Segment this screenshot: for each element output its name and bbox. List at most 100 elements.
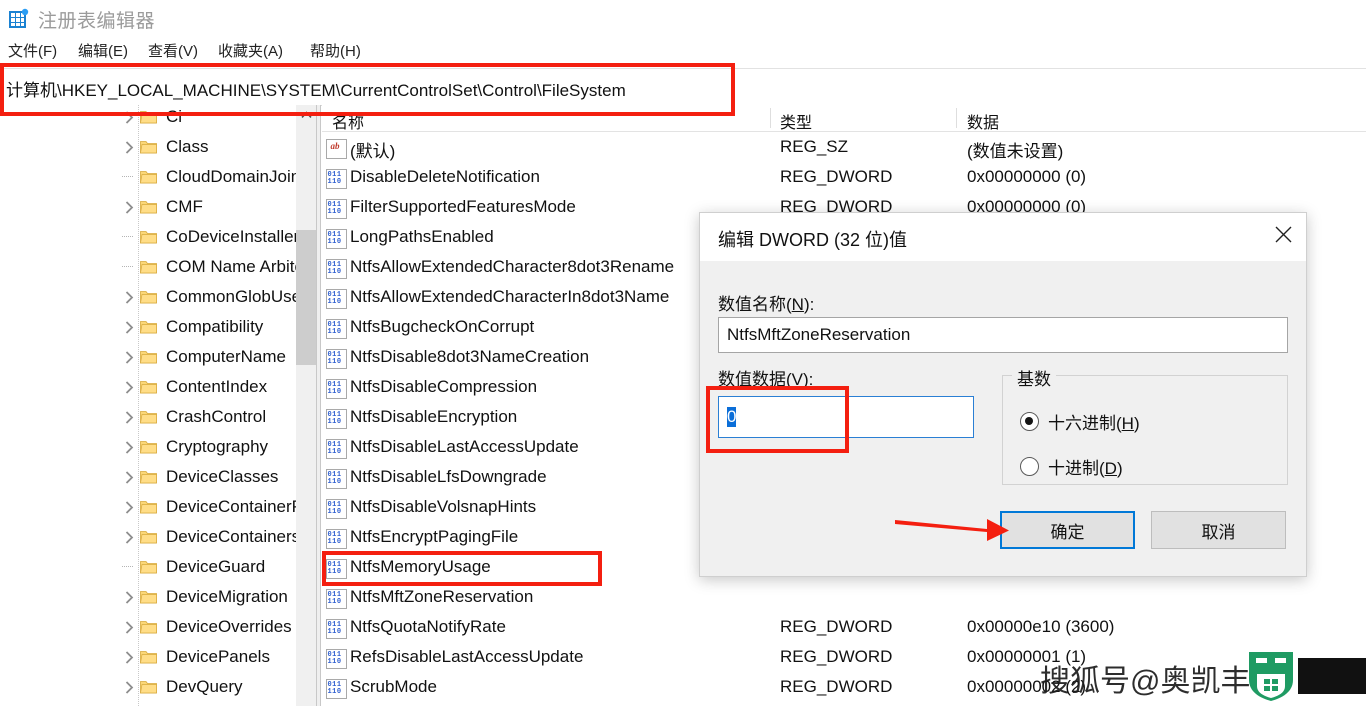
value-name-cell: NtfsAllowExtendedCharacterIn8dot3Name xyxy=(350,287,670,306)
tree-item[interactable]: DeviceContainerPropertyUpdateEvents xyxy=(0,492,300,522)
folder-icon xyxy=(138,132,160,162)
table-row[interactable]: 011 110 DisableDeleteNotification REG_DWORD… xyxy=(322,163,1366,193)
folder-icon xyxy=(138,432,160,462)
folder-icon xyxy=(138,522,160,552)
pane-splitter[interactable] xyxy=(316,105,321,706)
value-name-cell: FilterSupportedFeaturesMode xyxy=(350,197,576,216)
chevron-right-icon[interactable] xyxy=(120,372,138,402)
chevron-right-icon[interactable] xyxy=(120,702,138,706)
value-data-cell: 0x00000002 (2) xyxy=(967,677,1087,696)
table-row[interactable]: 011 110 RefsDisableLastAccessUpdate REG_DWO… xyxy=(322,643,1366,673)
chevron-right-icon[interactable] xyxy=(120,672,138,702)
address-bar[interactable]: 计算机\HKEY_LOCAL_MACHINE\SYSTEM\CurrentCon… xyxy=(0,68,1366,106)
ok-button[interactable]: 确定 xyxy=(1000,511,1135,549)
tree-item[interactable]: CloudDomainJoin xyxy=(0,162,300,192)
tree-item-label: Ci xyxy=(166,107,183,126)
dword-value-icon: 011 110 xyxy=(326,439,347,459)
chevron-right-icon[interactable] xyxy=(120,132,138,162)
cancel-button[interactable]: 取消 xyxy=(1151,511,1286,549)
value-data-input[interactable]: 0 xyxy=(718,396,974,438)
column-header-name[interactable]: 名称 xyxy=(332,109,364,133)
menu-help[interactable]: 帮助(H) xyxy=(310,40,361,61)
folder-icon xyxy=(138,492,160,522)
tree-item-label: DeviceOverrides xyxy=(166,617,292,636)
table-row[interactable]: 011 110 ScrubMode REG_DWORD 0x00000002 (2) xyxy=(322,673,1366,703)
value-name-cell: NtfsMftZoneReservation xyxy=(350,587,534,606)
scroll-up-icon[interactable] xyxy=(296,105,316,124)
tree-item[interactable]: CommonGlobUserSettings xyxy=(0,282,300,312)
tree-item[interactable]: Diagnostics xyxy=(0,702,300,706)
tree-item-label: DevicePanels xyxy=(166,647,270,666)
tree-item[interactable]: ContentIndex xyxy=(0,372,300,402)
tree-item[interactable]: Cryptography xyxy=(0,432,300,462)
menu-edit[interactable]: 编辑(E) xyxy=(78,40,128,61)
dword-value-icon: 011 110 xyxy=(326,469,347,489)
chevron-right-icon[interactable] xyxy=(120,312,138,342)
chevron-right-icon[interactable] xyxy=(120,342,138,372)
tree-item[interactable]: Ci xyxy=(0,105,300,132)
folder-icon xyxy=(138,672,160,702)
table-row[interactable]: 011 110 NtfsMftZoneReservation xyxy=(322,583,1366,613)
tree-item-label: Cryptography xyxy=(166,437,269,456)
chevron-right-icon[interactable] xyxy=(120,282,138,312)
folder-icon xyxy=(138,402,160,432)
folder-icon xyxy=(138,582,160,612)
column-header-type[interactable]: 类型 xyxy=(780,109,812,133)
tree-item-label: CoDeviceInstallers xyxy=(166,227,300,246)
close-icon[interactable] xyxy=(1260,213,1306,255)
tree-item[interactable]: DevicePanels xyxy=(0,642,300,672)
base-legend: 基数 xyxy=(1012,365,1056,390)
folder-icon xyxy=(138,252,160,282)
address-path[interactable]: 计算机\HKEY_LOCAL_MACHINE\SYSTEM\CurrentCon… xyxy=(6,76,626,101)
chevron-right-icon[interactable] xyxy=(120,105,138,132)
tree-item[interactable]: DeviceContainers xyxy=(0,522,300,552)
radio-hexadecimal-indicator[interactable] xyxy=(1020,412,1039,431)
value-name-input[interactable]: NtfsMftZoneReservation xyxy=(718,317,1288,353)
radio-decimal-indicator[interactable] xyxy=(1020,457,1039,476)
folder-icon xyxy=(138,105,160,132)
tree-item[interactable]: CrashControl xyxy=(0,402,300,432)
column-header-data[interactable]: 数据 xyxy=(967,109,999,133)
column-divider-1[interactable] xyxy=(770,108,771,128)
tree-item[interactable]: COM Name Arbiter xyxy=(0,252,300,282)
chevron-right-icon[interactable] xyxy=(120,462,138,492)
dword-value-icon: 011 110 xyxy=(326,379,347,399)
value-name-cell: RefsDisableLastAccessUpdate xyxy=(350,647,584,666)
table-row[interactable]: ab (默认) REG_SZ (数值未设置) xyxy=(322,133,1366,163)
value-data-cell: 0x00000001 (1) xyxy=(967,647,1087,666)
tree-item[interactable]: CMF xyxy=(0,192,300,222)
table-row[interactable]: 011 110 NtfsQuotaNotifyRate REG_DWORD 0x0000… xyxy=(322,613,1366,643)
chevron-right-icon[interactable] xyxy=(120,582,138,612)
radio-decimal[interactable]: 十进制(D) xyxy=(1020,454,1123,479)
tree-item[interactable]: CoDeviceInstallers xyxy=(0,222,300,252)
tree-scrollbar-thumb[interactable] xyxy=(296,230,316,365)
value-name-cell: NtfsDisableLastAccessUpdate xyxy=(350,437,579,456)
tree-item[interactable]: DeviceClasses xyxy=(0,462,300,492)
tree-scrollbar[interactable] xyxy=(296,105,316,706)
column-divider-2[interactable] xyxy=(956,108,957,128)
chevron-right-icon[interactable] xyxy=(120,522,138,552)
chevron-right-icon[interactable] xyxy=(120,192,138,222)
radio-hexadecimal[interactable]: 十六进制(H) xyxy=(1020,409,1140,434)
menu-file[interactable]: 文件(F) xyxy=(8,40,57,61)
radio-decimal-label: 十进制(D) xyxy=(1048,459,1123,478)
chevron-right-icon[interactable] xyxy=(120,492,138,522)
chevron-right-icon[interactable] xyxy=(120,642,138,672)
menu-view[interactable]: 查看(V) xyxy=(148,40,198,61)
menu-favorites[interactable]: 收藏夹(A) xyxy=(218,40,283,61)
chevron-right-icon[interactable] xyxy=(120,612,138,642)
tree-item[interactable]: DeviceOverrides xyxy=(0,612,300,642)
tree-item[interactable]: Compatibility xyxy=(0,312,300,342)
tree-item[interactable]: Class xyxy=(0,132,300,162)
tree-item[interactable]: DevQuery xyxy=(0,672,300,702)
tree-branch-line xyxy=(120,552,138,582)
registry-tree-pane[interactable]: Ci Class CloudDomainJoin CMF CoDeviceInstall… xyxy=(0,105,300,706)
tree-item-label: CrashControl xyxy=(166,407,267,426)
dialog-title: 编辑 DWORD (32 位)值 xyxy=(718,230,907,250)
tree-item[interactable]: DeviceMigration xyxy=(0,582,300,612)
tree-item[interactable]: ComputerName xyxy=(0,342,300,372)
tree-item[interactable]: DeviceGuard xyxy=(0,552,300,582)
chevron-right-icon[interactable] xyxy=(120,432,138,462)
folder-icon xyxy=(138,462,160,492)
chevron-right-icon[interactable] xyxy=(120,402,138,432)
